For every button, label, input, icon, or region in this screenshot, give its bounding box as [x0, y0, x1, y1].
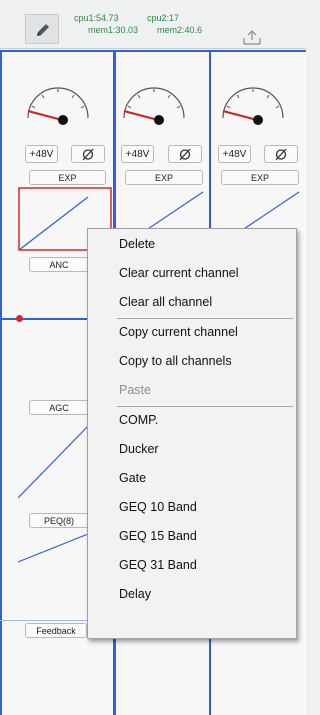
menu-item-geq-31-band[interactable]: GEQ 31 Band	[119, 558, 197, 572]
upload-icon[interactable]	[242, 29, 262, 45]
phantom-power-button[interactable]: +48V	[218, 145, 251, 163]
strip-row-divider	[0, 620, 100, 621]
menu-item-delete[interactable]: Delete	[119, 237, 155, 251]
menu-item-clear-all-channel[interactable]: Clear all channel	[119, 295, 212, 309]
menu-separator	[117, 406, 293, 407]
cpu2-readout: cpu2:17	[147, 13, 180, 23]
edit-button[interactable]	[25, 14, 59, 44]
phase-invert-button[interactable]	[71, 145, 105, 163]
exp-button[interactable]: EXP	[221, 170, 299, 185]
gain-knob[interactable]	[118, 78, 190, 126]
bus-node[interactable]	[16, 315, 23, 322]
exp-button[interactable]: EXP	[125, 170, 203, 185]
phantom-power-button[interactable]: +48V	[121, 145, 154, 163]
phase-invert-icon	[179, 148, 191, 161]
agc-button[interactable]: AGC	[29, 400, 89, 415]
agc-graph	[18, 425, 88, 498]
gain-knob[interactable]	[217, 78, 289, 126]
cpu1-readout: cpu1:54.73	[74, 13, 119, 23]
mem2-readout: mem2:40.6	[157, 25, 203, 35]
strip-top-border	[0, 50, 306, 52]
phase-invert-icon	[82, 148, 94, 161]
menu-item-gate[interactable]: Gate	[119, 471, 146, 485]
phase-invert-icon	[275, 148, 287, 161]
feedback-button[interactable]: Feedback	[25, 623, 87, 638]
menu-item-ducker[interactable]: Ducker	[119, 442, 159, 456]
pencil-icon	[37, 24, 49, 36]
menu-item-paste[interactable]: Paste	[119, 383, 151, 397]
context-menu: Delete Clear current channel Clear all c…	[87, 228, 297, 639]
menu-item-clear-current-channel[interactable]: Clear current channel	[119, 266, 239, 280]
peq-graph	[18, 533, 88, 563]
menu-item-delay[interactable]: Delay	[119, 587, 151, 601]
phase-invert-button[interactable]	[264, 145, 298, 163]
menu-item-comp[interactable]: COMP.	[119, 413, 158, 427]
signal-bus-line	[0, 318, 100, 320]
peq-button[interactable]: PEQ(8)	[29, 513, 89, 528]
mem1-readout: mem1:30.03	[88, 25, 139, 35]
status-bar: cpu1:54.73 cpu2:17 mem1:30.03 mem2:40.6	[0, 0, 306, 49]
menu-item-copy-current-channel[interactable]: Copy current channel	[119, 325, 238, 339]
strip-border	[0, 50, 2, 715]
menu-item-copy-to-all-channels[interactable]: Copy to all channels	[119, 354, 232, 368]
phantom-power-button[interactable]: +48V	[25, 145, 58, 163]
menu-item-geq-10-band[interactable]: GEQ 10 Band	[119, 500, 197, 514]
phase-invert-button[interactable]	[168, 145, 202, 163]
menu-separator	[117, 318, 293, 319]
anc-button[interactable]: ANC	[29, 257, 89, 272]
menu-item-geq-15-band[interactable]: GEQ 15 Band	[119, 529, 197, 543]
gain-knob[interactable]	[22, 78, 94, 126]
exp-button[interactable]: EXP	[29, 170, 106, 185]
